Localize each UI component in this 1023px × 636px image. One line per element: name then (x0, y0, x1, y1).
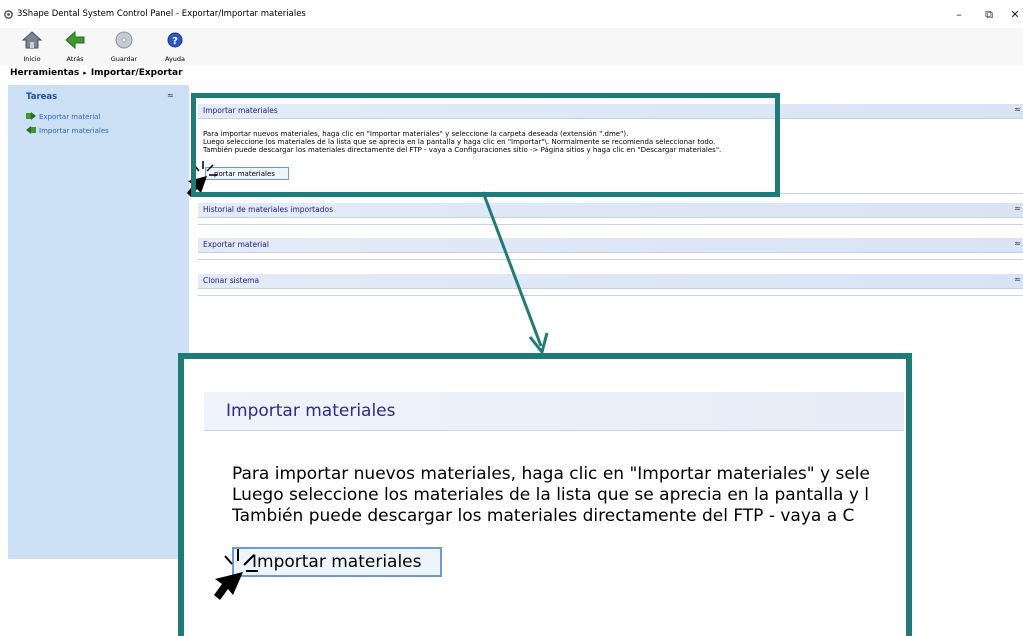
zoom-description-line-1: Para importar nuevos materiales, haga cl… (232, 464, 870, 484)
zoom-description-line-2: Luego seleccione los materiales de la li… (232, 485, 870, 505)
zoom-description-line-3: También puede descargar los materiales d… (232, 506, 855, 526)
zoom-panel-header: Importar materiales (204, 392, 904, 431)
zoom-panel-title: Importar materiales (226, 401, 396, 421)
zoom-click-cursor-icon (214, 549, 258, 600)
zoom-import-materials-button[interactable]: Importar materiales (232, 547, 442, 577)
zoom-callout: Importar materiales Para importar nuevos… (178, 353, 912, 636)
